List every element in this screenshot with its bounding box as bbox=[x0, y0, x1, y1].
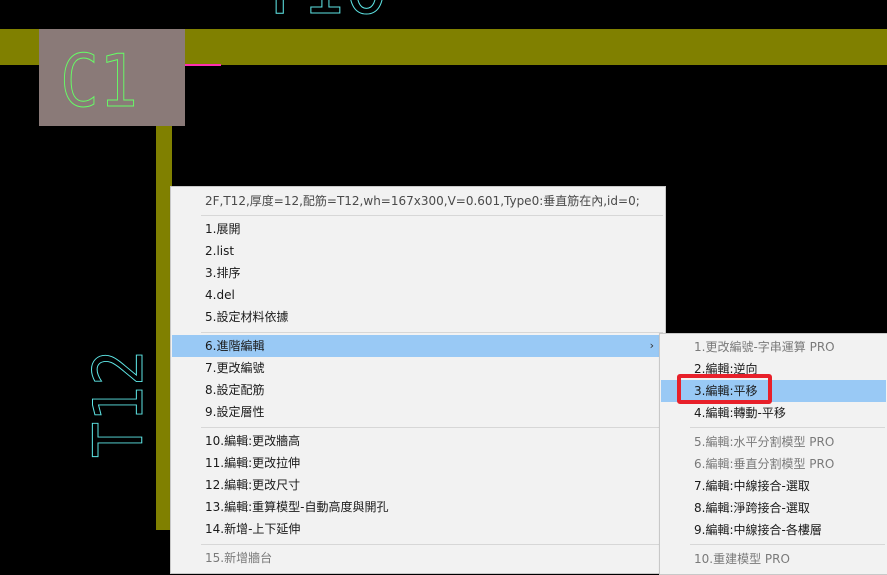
menu-separator bbox=[201, 332, 663, 333]
submenu-item-rotate-translate[interactable]: 4.編輯:轉動-平移 bbox=[661, 402, 886, 424]
submenu-item-split-horizontal[interactable]: 5.編輯:水平分割模型 PRO bbox=[661, 431, 886, 453]
menu-item-advanced-edit-label: 6.進階編輯 bbox=[205, 339, 265, 353]
menu-item-recalc-model[interactable]: 13.編輯:重算模型-自動高度與開孔 bbox=[172, 496, 664, 518]
menu-separator bbox=[690, 544, 885, 545]
menu-separator bbox=[201, 215, 663, 216]
rotated-wall-label: T12 bbox=[80, 350, 159, 458]
menu-item-add-wall-base[interactable]: 15.新增牆台 bbox=[172, 547, 664, 569]
submenu-item-rebuild-model[interactable]: 10.重建模型 PRO bbox=[661, 548, 886, 570]
menu-item-set-rebar[interactable]: 8.設定配筋 bbox=[172, 379, 664, 401]
submenu-item-centerline-join-select[interactable]: 7.編輯:中線接合-選取 bbox=[661, 475, 886, 497]
menu-separator bbox=[690, 427, 885, 428]
top-partial-label: T10 bbox=[258, 0, 388, 30]
menu-item-advanced-edit[interactable]: 6.進階編輯 › bbox=[172, 335, 664, 357]
submenu-item-centerline-join-floors[interactable]: 9.編輯:中線接合-各樓層 bbox=[661, 519, 886, 541]
submenu-item-rename-string-op[interactable]: 1.更改編號-字串運算 PRO bbox=[661, 336, 886, 358]
menu-item-change-number[interactable]: 7.更改編號 bbox=[172, 357, 664, 379]
menu-item-delete[interactable]: 4.del bbox=[172, 284, 664, 306]
menu-item-set-layer[interactable]: 9.設定層性 bbox=[172, 401, 664, 423]
menu-item-sort[interactable]: 3.排序 bbox=[172, 262, 664, 284]
menu-item-list[interactable]: 2.list bbox=[172, 240, 664, 262]
menu-item-expand[interactable]: 1.展開 bbox=[172, 218, 664, 240]
menu-separator bbox=[201, 544, 663, 545]
menu-item-material-basis[interactable]: 5.設定材料依據 bbox=[172, 306, 664, 328]
menu-item-change-stretch[interactable]: 11.編輯:更改拉伸 bbox=[172, 452, 664, 474]
menu-item-change-wall-height[interactable]: 10.編輯:更改牆高 bbox=[172, 430, 664, 452]
advanced-edit-submenu: 1.更改編號-字串運算 PRO 2.編輯:逆向 3.編輯:平移 4.編輯:轉動-… bbox=[659, 333, 887, 575]
column-label: C1 bbox=[60, 39, 138, 123]
highlight-annotation-box bbox=[677, 374, 772, 404]
submenu-item-clearspan-join-select[interactable]: 8.編輯:淨跨接合-選取 bbox=[661, 497, 886, 519]
menu-header-info: 2F,T12,厚度=12,配筋=T12,wh=167x300,V=0.601,T… bbox=[205, 194, 640, 208]
menu-item-extend-up-down[interactable]: 14.新增-上下延伸 bbox=[172, 518, 664, 540]
menu-separator bbox=[201, 427, 663, 428]
menu-item-change-size[interactable]: 12.編輯:更改尺寸 bbox=[172, 474, 664, 496]
chevron-right-icon: › bbox=[649, 339, 654, 352]
submenu-item-split-vertical[interactable]: 6.編輯:垂直分割模型 PRO bbox=[661, 453, 886, 475]
context-menu: 2F,T12,厚度=12,配筋=T12,wh=167x300,V=0.601,T… bbox=[170, 186, 666, 574]
